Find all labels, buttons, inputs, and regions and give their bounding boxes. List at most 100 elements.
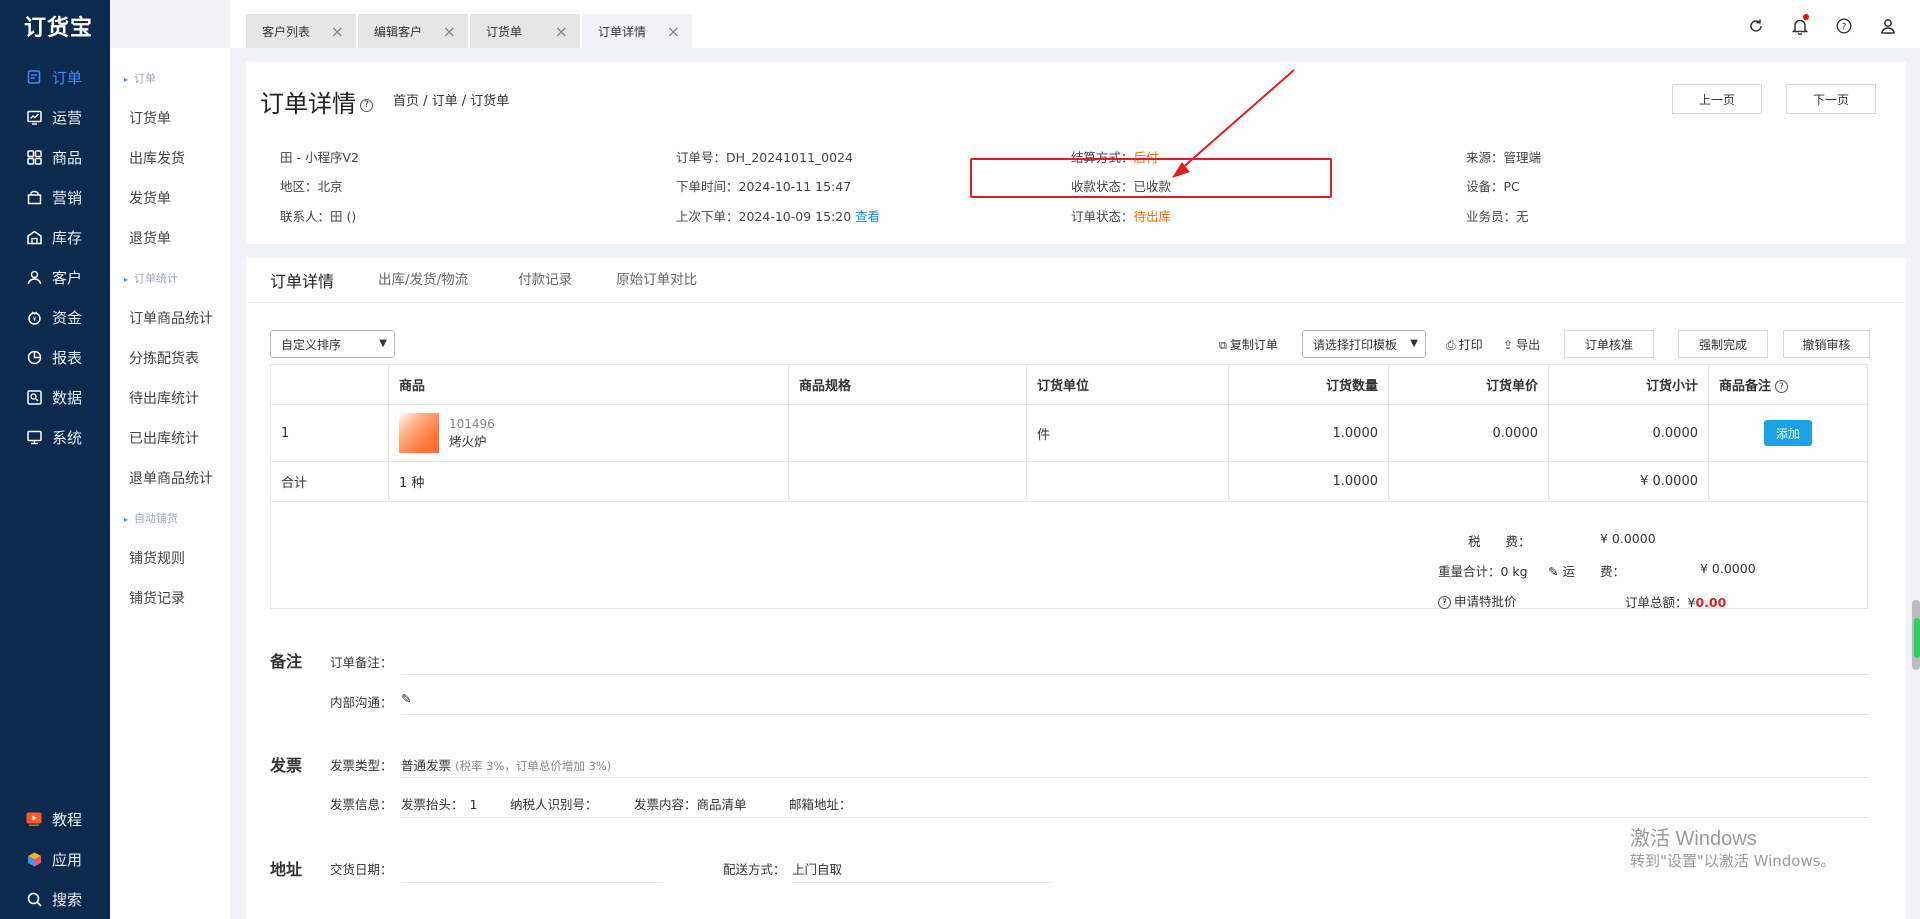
nav-item-warehouse[interactable]: 库存 — [0, 217, 110, 257]
tab-logistics[interactable]: 出库/发货/物流 — [378, 268, 468, 292]
salesman-value: 无 — [1516, 209, 1529, 224]
nav-item-search[interactable]: 搜索 — [0, 879, 110, 919]
invoice-type-note: (税率 3%，订单总价增加 3%) — [455, 759, 612, 773]
tab-payment-records[interactable]: 付款记录 — [518, 268, 572, 292]
close-icon[interactable]: × — [443, 22, 456, 41]
tutorial-icon — [26, 811, 42, 827]
subnav-item-delivery[interactable]: 发货单 — [129, 188, 171, 208]
nav-item-money[interactable]: ¥ 资金 — [0, 297, 110, 337]
subnav-item-shipped-stats[interactable]: 已出库统计 — [129, 428, 199, 448]
print-button[interactable]: ⎙ 打印 — [1446, 336, 1483, 353]
invoice-taxid-label: 纳税人识别号： — [510, 797, 598, 812]
view-link[interactable]: 查看 — [855, 209, 880, 224]
close-icon[interactable]: × — [555, 22, 568, 41]
next-page-button[interactable]: 下一页 — [1786, 84, 1876, 114]
order-no-value: DH_20241011_0024 — [726, 150, 853, 165]
col-header-index — [270, 364, 389, 405]
nav-item-operation[interactable]: 运营 — [0, 97, 110, 137]
subnav-item-distribution-records[interactable]: 铺货记录 — [129, 588, 185, 608]
device-label: 设备： — [1466, 179, 1504, 194]
last-order-value: 2024-10-09 15:20 — [738, 209, 852, 224]
tab-customer-list[interactable]: 客户列表 × — [246, 14, 356, 48]
order-total-value: 0.00 — [1695, 595, 1727, 610]
subnav-group-title: 自动铺货 — [124, 510, 178, 526]
watermark-subtitle: 转到"设置"以激活 Windows。 — [1630, 852, 1836, 870]
invoice-type-value: 普通发票 — [401, 758, 452, 773]
order-time-value: 2024-10-11 15:47 — [738, 179, 852, 194]
subnav-group-title: 订单统计 — [124, 270, 178, 286]
order-total-label: 订单总额： — [1625, 595, 1688, 610]
help-icon[interactable]: ? — [1775, 380, 1789, 393]
revoke-audit-button[interactable]: 撤销审核 — [1783, 330, 1870, 358]
product-thumbnail[interactable] — [399, 413, 439, 453]
edit-icon[interactable]: ✎ — [401, 691, 411, 706]
approve-order-button[interactable]: 订单核准 — [1564, 330, 1654, 358]
product-name[interactable]: 烤火炉 — [449, 431, 495, 450]
help-icon[interactable]: ? — [360, 98, 373, 112]
subnav-item-return-goods-stats[interactable]: 退单商品统计 — [129, 468, 213, 488]
bell-icon[interactable] — [1790, 14, 1810, 36]
printer-icon: ⎙ — [1446, 338, 1456, 352]
nav-item-apps[interactable]: 应用 — [0, 839, 110, 879]
region-field: 地区：北京 — [280, 176, 343, 195]
tabs-divider — [246, 302, 1906, 303]
edit-icon[interactable]: ✎ — [1548, 564, 1558, 579]
print-label: 打印 — [1458, 338, 1483, 352]
nav-item-order[interactable]: 订单 — [0, 57, 110, 97]
operation-icon — [26, 109, 42, 125]
nav-item-tutorial[interactable]: 教程 — [0, 799, 110, 839]
copy-order-button[interactable]: ⧉ 复制订单 — [1219, 336, 1278, 353]
nav-label: 商品 — [52, 148, 83, 167]
order-remark-input[interactable] — [401, 674, 1869, 675]
sort-select-value: 自定义排序 — [281, 337, 342, 352]
nav-item-marketing[interactable]: 营销 — [0, 177, 110, 217]
invoice-content-field: 发票内容：商品清单 — [634, 794, 747, 813]
tab-original-compare[interactable]: 原始订单对比 — [616, 268, 697, 292]
sub-nav: 订单 订货单 出库发货 发货单 退货单 订单统计 订单商品统计 分拣配货表 待出… — [110, 48, 230, 919]
nav-item-customer[interactable]: 客户 — [0, 257, 110, 297]
subnav-item-outbound[interactable]: 出库发货 — [129, 148, 185, 168]
prev-page-button[interactable]: 上一页 — [1672, 84, 1762, 114]
invoice-type-underline — [401, 777, 1869, 778]
freight-field[interactable]: ✎ 运 费： — [1548, 561, 1625, 580]
total-kinds: 1 种 — [388, 461, 789, 502]
internal-comm-input[interactable] — [401, 714, 1869, 715]
nav-item-report[interactable]: 报表 — [0, 337, 110, 377]
close-icon[interactable]: × — [331, 22, 344, 41]
tab-edit-customer[interactable]: 编辑客户 × — [358, 14, 468, 48]
refresh-icon[interactable] — [1746, 16, 1766, 36]
help-icon[interactable]: ? — [1834, 16, 1854, 36]
print-template-select[interactable]: 请选择打印模板 ▼ — [1302, 330, 1426, 358]
delivery-date-input[interactable] — [401, 882, 663, 883]
system-icon — [26, 429, 42, 445]
left-nav: 订货宝 订单 运营 商品 营销 库存 客户 ¥ 资金 报表 数据 系统 教程 应… — [0, 0, 110, 919]
close-icon[interactable]: × — [667, 22, 680, 41]
tab-order-detail[interactable]: 订单详情 × — [582, 14, 692, 48]
device-field: 设备：PC — [1466, 176, 1520, 195]
subnav-item-distribution-rules[interactable]: 铺货规则 — [129, 548, 185, 568]
nav-label: 资金 — [52, 308, 83, 327]
total-subtotal: ¥ 0.0000 — [1548, 461, 1709, 502]
breadcrumb[interactable]: 首页 / 订单 / 订货单 — [393, 90, 509, 109]
tab-order-detail[interactable]: 订单详情 — [270, 268, 334, 292]
row-remark: 添加 — [1708, 404, 1868, 462]
user-icon[interactable] — [1878, 16, 1898, 36]
force-complete-button[interactable]: 强制完成 — [1678, 330, 1768, 358]
nav-item-system[interactable]: 系统 — [0, 417, 110, 457]
nav-label: 数据 — [52, 388, 83, 407]
order-time-field: 下单时间：2024-10-11 15:47 — [676, 176, 851, 195]
subnav-item-order-goods-stats[interactable]: 订单商品统计 — [129, 308, 213, 328]
nav-item-goods[interactable]: 商品 — [0, 137, 110, 177]
subnav-item-picking[interactable]: 分拣配货表 — [129, 348, 199, 368]
add-remark-button[interactable]: 添加 — [1764, 420, 1812, 446]
nav-item-data[interactable]: 数据 — [0, 377, 110, 417]
sort-select[interactable]: 自定义排序 ▼ — [270, 330, 395, 358]
tab-order-list[interactable]: 订货单 × — [470, 14, 580, 48]
subnav-item-order-list[interactable]: 订货单 — [129, 108, 171, 128]
special-price-link[interactable]: ? 申请特批价 — [1438, 591, 1517, 610]
export-button[interactable]: ⇪ 导出 — [1503, 336, 1540, 353]
subnav-item-return[interactable]: 退货单 — [129, 228, 171, 248]
subnav-item-pending-outbound[interactable]: 待出库统计 — [129, 388, 199, 408]
order-items-table: 商品 商品规格 订货单位 订货数量 订货单价 订货小计 商品备注? 1 1014… — [270, 364, 1868, 502]
delivery-method-value[interactable]: 上门自取 — [792, 859, 842, 878]
